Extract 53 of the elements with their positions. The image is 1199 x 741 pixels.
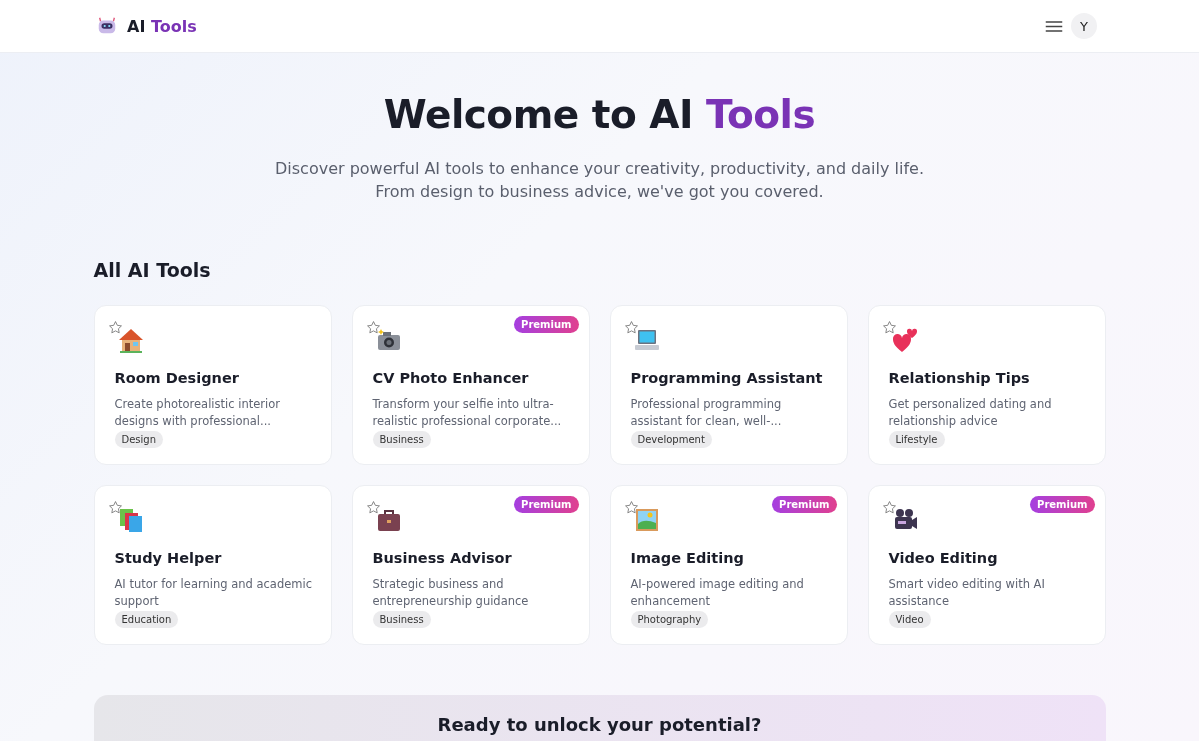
category-tag: Design <box>114 431 164 448</box>
premium-badge: Premium <box>514 316 579 333</box>
premium-badge: Premium <box>1030 496 1095 513</box>
tool-title: Room Designer <box>114 369 239 388</box>
tool-description: Get personalized dating and relationship advice <box>888 396 1053 430</box>
star-icon[interactable] <box>365 500 381 515</box>
tool-title: Programming Assistant <box>630 369 823 388</box>
tool-card[interactable]: Relationship Tips Get personalized dating and relationship advice Lifestyle <box>867 305 1106 465</box>
tool-description: Create photorealistic interior designs with professional... <box>114 396 281 430</box>
hero-subtitle: From design to business advice, we've got you covered. <box>374 181 825 203</box>
tool-card[interactable]: Premium CV Photo Enhancer Transform your selfie into ultra-realistic professional corporate... Business <box>351 305 590 465</box>
tool-title: Business Advisor <box>372 549 512 568</box>
tool-card[interactable]: Room Designer Create photorealistic interior designs with professional... Design <box>93 305 332 465</box>
tool-description: AI-powered image editing and enhancement <box>630 576 805 610</box>
tool-description: Strategic business and entrepreneurship guidance <box>372 576 530 610</box>
star-icon[interactable] <box>107 500 123 515</box>
star-icon[interactable] <box>881 320 897 335</box>
tool-description: AI tutor for learning and academic support <box>114 576 313 610</box>
star-icon[interactable] <box>365 320 381 335</box>
tool-card[interactable]: Programming Assistant Professional programming assistant for clean, well-... Development <box>609 305 848 465</box>
star-icon[interactable] <box>881 500 897 515</box>
tool-title: Study Helper <box>114 549 222 568</box>
hero-subtitle: Discover powerful AI tools to enhance your creativity, productivity, and daily life. <box>274 158 925 180</box>
section-title: All AI Tools <box>93 258 212 283</box>
tool-title: Relationship Tips <box>888 369 1030 388</box>
category-tag: Video <box>888 611 931 628</box>
category-tag: Education <box>114 611 179 628</box>
star-icon[interactable] <box>623 320 639 335</box>
tool-title: Video Editing <box>888 549 998 568</box>
tool-description: Transform your selfie into ultra-realistic professional corporate... <box>372 396 563 430</box>
tool-card[interactable]: Study Helper AI tutor for learning and academic support Education <box>93 485 332 645</box>
tool-card[interactable]: Premium Video Editing Smart video editing with AI assistance Video <box>867 485 1106 645</box>
star-icon[interactable] <box>107 320 123 335</box>
tool-card[interactable]: Premium Image Editing AI-powered image editing and enhancement Photography <box>609 485 848 645</box>
app-logo-text[interactable]: AI Tools <box>127 16 197 36</box>
category-tag: Business <box>372 611 431 628</box>
tool-description: Professional programming assistant for clean, well-... <box>630 396 783 430</box>
hero-title: Welcome to AI Tools <box>382 91 817 139</box>
menu-icon[interactable] <box>1045 20 1063 32</box>
category-tag: Photography <box>630 611 709 628</box>
category-tag: Lifestyle <box>888 431 945 448</box>
tool-title: Image Editing <box>630 549 744 568</box>
tool-title: CV Photo Enhancer <box>372 369 529 388</box>
category-tag: Business <box>372 431 431 448</box>
category-tag: Development <box>630 431 712 448</box>
premium-badge: Premium <box>772 496 837 513</box>
star-icon[interactable] <box>623 500 639 515</box>
cta-title: Ready to unlock your potential? <box>436 713 763 737</box>
hearts-icon <box>890 326 919 354</box>
user-avatar[interactable]: Y <box>1071 13 1097 39</box>
tool-card[interactable]: Premium Business Advisor Strategic business and entrepreneurship guidance Business <box>351 485 590 645</box>
tool-description: Smart video editing with AI assistance <box>888 576 1046 610</box>
premium-badge: Premium <box>514 496 579 513</box>
